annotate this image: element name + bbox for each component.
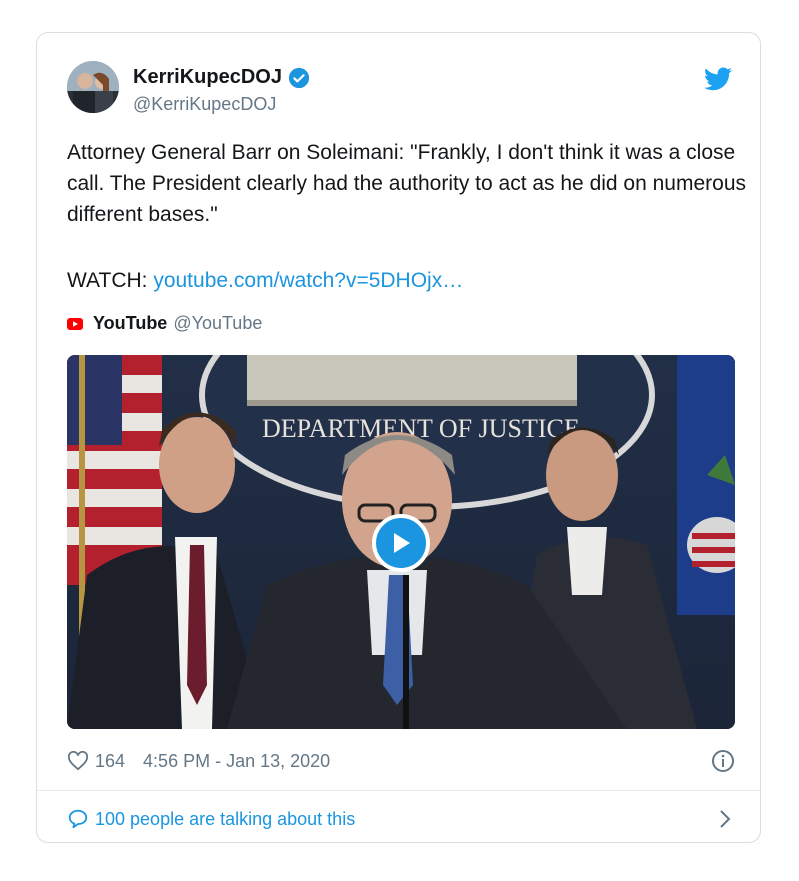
- media-source-handle: @YouTube: [173, 313, 263, 333]
- tweet-meta: 164 4:56 PM - Jan 13, 2020: [67, 747, 735, 775]
- avatar[interactable]: [67, 61, 119, 113]
- seal-text: DEPARTMENT OF JUSTICE: [262, 414, 580, 443]
- media-source[interactable]: YouTube @YouTube: [67, 313, 262, 334]
- verified-badge-icon: [288, 67, 310, 88]
- heart-icon[interactable]: [67, 751, 89, 771]
- watch-label: WATCH:: [67, 269, 148, 292]
- chevron-right-icon: [720, 810, 731, 828]
- youtube-logo-icon: [67, 317, 83, 330]
- talking-count: 100 people are talking about this: [95, 808, 356, 829]
- user-handle[interactable]: @KerriKupecDOJ: [133, 94, 276, 115]
- play-button[interactable]: [372, 514, 430, 572]
- conversation-link[interactable]: 100 people are talking about this: [67, 805, 735, 833]
- doj-flag: [677, 355, 735, 615]
- tweet-text: Attorney General Barr on Soleimani: "Fra…: [67, 137, 747, 230]
- tweet-body: Attorney General Barr on Soleimani: "Fra…: [67, 141, 747, 226]
- twitter-bird-icon[interactable]: [704, 67, 732, 91]
- play-icon: [394, 533, 410, 553]
- timestamp[interactable]: 4:56 PM - Jan 13, 2020: [143, 751, 330, 772]
- info-icon[interactable]: [711, 749, 735, 773]
- tweet-card: KerriKupecDOJ @KerriKupecDOJ Attorney Ge…: [36, 32, 761, 843]
- display-name[interactable]: KerriKupecDOJ: [133, 66, 282, 89]
- watch-line: WATCH: youtube.com/watch?v=5DHOjx…: [67, 265, 463, 296]
- video-link[interactable]: youtube.com/watch?v=5DHOjx…: [153, 269, 463, 292]
- like-count: 164: [95, 750, 126, 771]
- media-source-name: YouTube: [93, 313, 168, 333]
- divider: [37, 790, 760, 791]
- video-thumbnail[interactable]: DEPARTMENT OF JUSTICE: [67, 355, 735, 729]
- speech-bubble-icon: [68, 809, 88, 829]
